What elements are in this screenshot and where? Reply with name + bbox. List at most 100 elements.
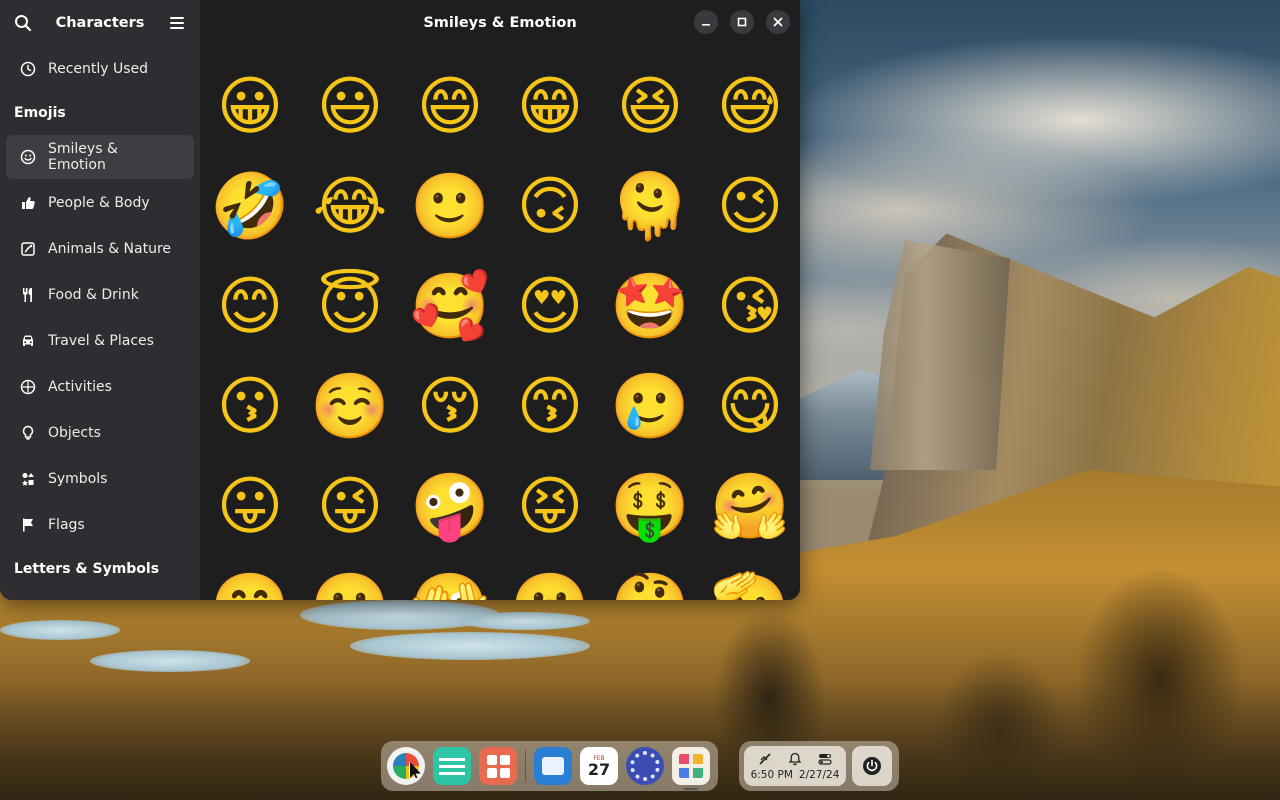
emoji-grid: 😀😃😄😁😆😅 🤣😂🙂🙃🫠😉 😊😇🥰😍🤩😘 😗☺️😚😙🥲😋 😛😜🤪😝🤑🤗 🤭🫢🫣🤫🤔🫡 [200, 45, 800, 600]
dock: FEB 27 [381, 741, 718, 791]
emoji-button[interactable]: 😀 [200, 57, 300, 157]
characters-app-icon[interactable] [672, 747, 710, 790]
emoji-button[interactable]: 😚 [400, 357, 500, 457]
sidebar: Characters Recently Used Emojis Smileys … [0, 0, 200, 600]
flag-icon [20, 517, 36, 533]
main-content: Smileys & Emotion 😀 😃 😄 😁 😆 😅 🤣 😂 🙂 🙃 🫠 😉 😊 😇 🥰 😍 🤩 😘 😗 ☺️ 😚… [200, 0, 800, 600]
sidebar-item-smileys-emotion[interactable]: Smileys & Emotion [6, 135, 194, 179]
lake [0, 620, 120, 640]
app-launcher-icon[interactable] [387, 747, 425, 785]
emoji-button[interactable]: 😋 [700, 357, 800, 457]
emoji-button[interactable]: 😁 [500, 57, 600, 157]
clock-icon [20, 61, 36, 77]
emoji-button[interactable]: 😜 [300, 457, 400, 557]
emoji-button[interactable]: 🤗 [700, 457, 800, 557]
bell-icon [788, 752, 802, 766]
maximize-icon [737, 17, 747, 27]
thumbs-up-icon [20, 195, 36, 211]
status-indicators[interactable]: 6:50 PM 2/27/24 [744, 746, 846, 786]
ball-icon [20, 379, 36, 395]
emoji-button[interactable]: 😇 [300, 257, 400, 357]
emoji-button[interactable]: 🫢 [300, 557, 400, 600]
emoji-button[interactable]: 🤪 [400, 457, 500, 557]
characters-window: Characters Recently Used Emojis Smileys … [0, 0, 800, 600]
window-controls [694, 10, 790, 34]
emoji-button[interactable]: 😃 [300, 57, 400, 157]
sidebar-item-symbols[interactable]: Symbols [6, 457, 194, 501]
sidebar-item-animals-nature[interactable]: Animals & Nature [6, 227, 194, 271]
sidebar-item-flags[interactable]: Flags [6, 503, 194, 547]
sidebar-item-people-body[interactable]: People & Body [6, 181, 194, 225]
section-heading-letters-symbols: Letters & Symbols [14, 561, 160, 577]
software-store-icon[interactable] [534, 747, 572, 785]
sidebar-item-label: People & Body [48, 195, 150, 211]
emoji-button[interactable]: 🤣 [200, 157, 300, 257]
sidebar-header: Characters [0, 0, 200, 45]
lightbulb-icon [20, 425, 36, 441]
power-button[interactable] [852, 746, 892, 786]
terminal-icon[interactable] [433, 747, 471, 785]
minimize-button[interactable] [694, 10, 718, 34]
calendar-day: 27 [587, 759, 611, 779]
minimize-icon [702, 24, 710, 26]
symbols-icon [20, 471, 36, 487]
emoji-category-list: Smileys & Emotion People & Body Animals … [0, 133, 200, 549]
sidebar-item-objects[interactable]: Objects [6, 411, 194, 455]
emoji-button[interactable]: 🤫 [500, 557, 600, 600]
emoji-button[interactable]: 🥰 [400, 257, 500, 357]
sidebar-item-travel-places[interactable]: Travel & Places [6, 319, 194, 363]
settings-icon[interactable] [626, 747, 664, 785]
emoji-button[interactable]: ☺️ [300, 357, 400, 457]
emoji-button[interactable]: 🙃 [500, 157, 600, 257]
emoji-button[interactable]: 😍 [500, 257, 600, 357]
emoji-button[interactable]: 🤩 [600, 257, 700, 357]
emoji-button[interactable]: 🤔 [600, 557, 700, 600]
emoji-button[interactable]: 😅 [700, 57, 800, 157]
emoji-button[interactable]: 🤭 [200, 557, 300, 600]
sidebar-item-food-drink[interactable]: Food & Drink [6, 273, 194, 317]
sidebar-item-label: Food & Drink [48, 287, 139, 303]
tray-icons [758, 751, 832, 767]
calendar-icon[interactable]: FEB 27 [580, 747, 618, 785]
app-center-icon[interactable] [479, 747, 517, 785]
emoji-button[interactable]: 😝 [500, 457, 600, 557]
dock-separator [525, 750, 526, 782]
clock-time: 6:50 PM [750, 769, 793, 781]
sidebar-item-label: Travel & Places [48, 333, 154, 349]
lake [90, 650, 250, 672]
emoji-button[interactable]: 🥲 [600, 357, 700, 457]
emoji-button[interactable]: 😉 [700, 157, 800, 257]
nav-list: Recently Used [0, 45, 200, 93]
smiley-icon [20, 149, 36, 165]
emoji-button[interactable]: 😛 [200, 457, 300, 557]
emoji-button[interactable]: 🙂 [400, 157, 500, 257]
emoji-button[interactable]: 😙 [500, 357, 600, 457]
emoji-button[interactable]: 😂 [300, 157, 400, 257]
sidebar-item-label: Activities [48, 379, 112, 395]
maximize-button[interactable] [730, 10, 754, 34]
emoji-button[interactable]: 😊 [200, 257, 300, 357]
emoji-button[interactable]: 🫡 [700, 557, 800, 600]
tray-clock: 6:50 PM 2/27/24 [751, 769, 840, 781]
main-menu-button[interactable] [162, 8, 192, 38]
toggles-icon [818, 754, 832, 765]
sidebar-item-recently-used[interactable]: Recently Used [6, 47, 194, 91]
sidebar-item-label: Animals & Nature [48, 241, 172, 257]
running-indicator [684, 788, 698, 790]
emoji-button[interactable]: 🫠 [600, 157, 700, 257]
search-icon [15, 14, 32, 31]
emoji-button[interactable]: 🫣 [400, 557, 500, 600]
titlebar[interactable]: Smileys & Emotion [200, 0, 800, 45]
lake [460, 612, 590, 630]
sidebar-item-activities[interactable]: Activities [6, 365, 194, 409]
cutlery-icon [20, 287, 36, 303]
search-button[interactable] [8, 8, 38, 38]
emoji-button[interactable]: 😗 [200, 357, 300, 457]
emoji-button[interactable]: 😄 [400, 57, 500, 157]
emoji-button[interactable]: 😘 [700, 257, 800, 357]
emoji-button[interactable]: 😆 [600, 57, 700, 157]
lake [350, 632, 590, 660]
car-icon [20, 333, 36, 349]
close-button[interactable] [766, 10, 790, 34]
emoji-button[interactable]: 🤑 [600, 457, 700, 557]
